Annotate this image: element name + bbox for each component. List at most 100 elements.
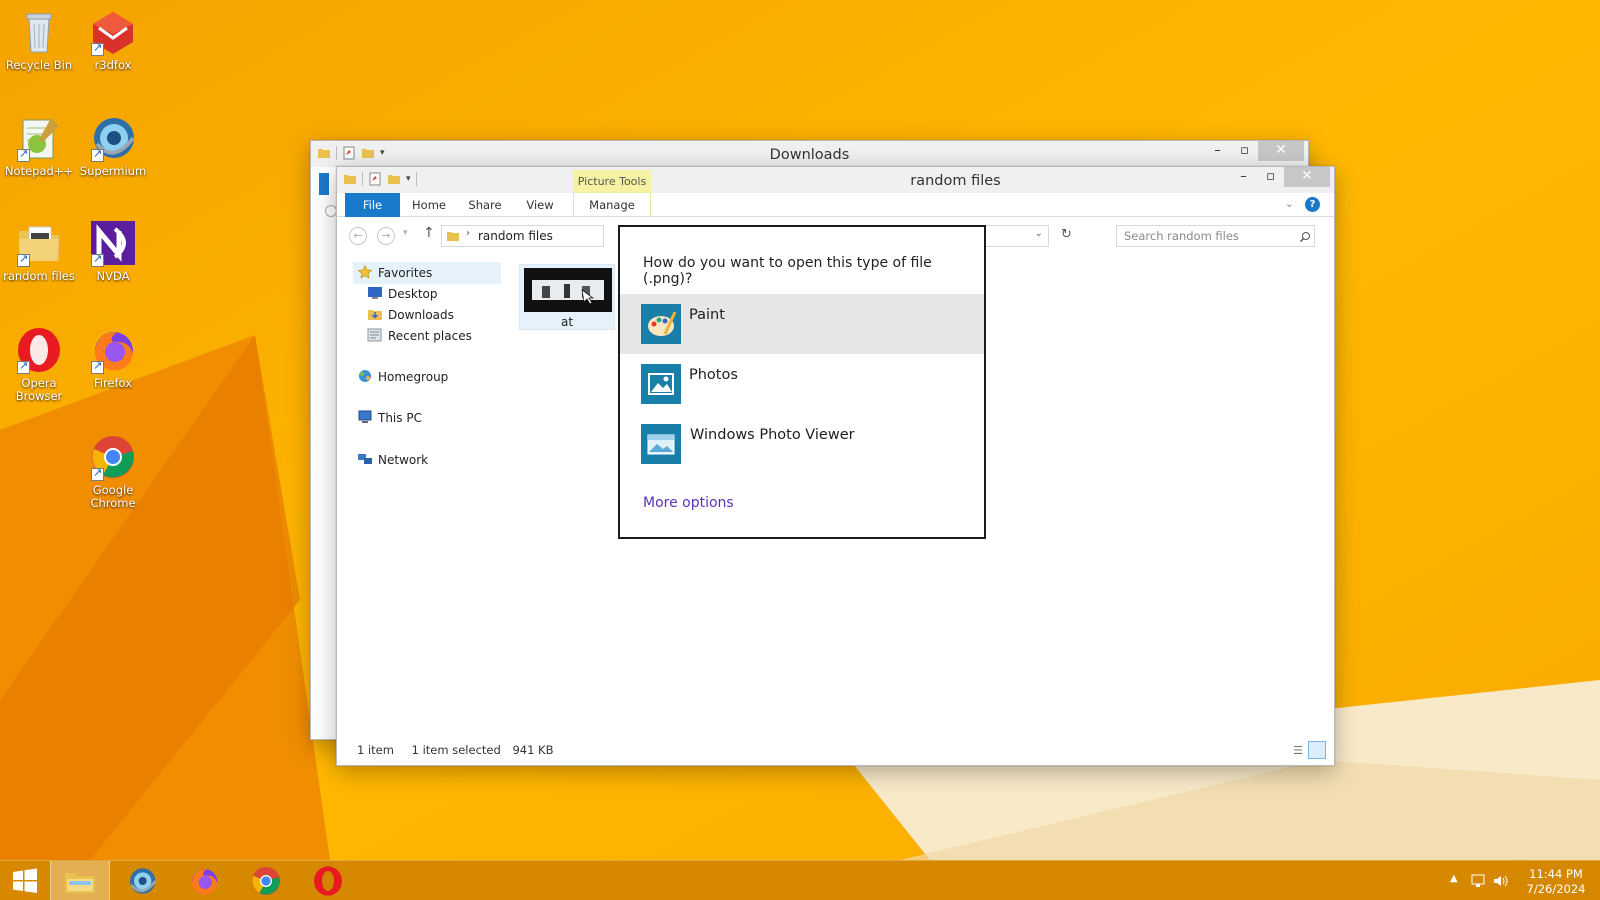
breadcrumb[interactable]: random files [478, 229, 553, 243]
app-option-photos[interactable]: Photos [620, 354, 984, 414]
network-icon [358, 454, 372, 464]
taskbar-opera[interactable] [298, 861, 358, 900]
desktop-icon-random-files[interactable]: random files [2, 219, 76, 283]
up-button[interactable]: ↑ [423, 225, 435, 241]
desktop-icon-opera-browser[interactable]: Opera Browser [2, 326, 76, 403]
nav-network[interactable]: Network [357, 450, 428, 470]
taskbar-file-explorer[interactable] [50, 861, 110, 900]
network-status-icon[interactable] [1470, 873, 1486, 889]
close-button[interactable]: ✕ [1258, 141, 1304, 161]
ribbon-expand-chevron-icon[interactable]: ⌄ [1285, 197, 1294, 210]
downloads-titlebar[interactable]: ▾ Downloads – ▫ ✕ [311, 141, 1308, 167]
tab-view[interactable]: View [514, 193, 566, 217]
notepad-plus-plus-icon [15, 114, 63, 162]
open-with-dialog[interactable]: How do you want to open this type of fil… [618, 225, 986, 539]
search-input[interactable]: Search random files [1116, 225, 1315, 247]
desktop-icon-notepad-plus-plus[interactable]: Notepad++ [2, 114, 76, 178]
address-box[interactable]: › random files [441, 225, 604, 247]
app-name: Windows Photo Viewer [690, 427, 855, 443]
computer-icon [358, 410, 372, 423]
opera-icon [15, 326, 63, 374]
desktop-icon-google-chrome[interactable]: Google Chrome [76, 433, 150, 510]
clock[interactable]: 11:44 PM 7/26/2024 [1526, 867, 1586, 897]
window-title: Downloads [769, 147, 850, 163]
windows-photo-viewer-icon [641, 424, 681, 464]
windows-logo-icon [13, 868, 37, 893]
recent-locations-chevron-icon[interactable]: ▾ [403, 228, 408, 238]
maximize-button[interactable]: ▫ [1257, 167, 1284, 187]
minimize-button[interactable]: – [1230, 167, 1257, 187]
taskbar-chrome[interactable] [236, 861, 296, 900]
close-button[interactable]: ✕ [1284, 167, 1330, 187]
taskbar-firefox[interactable] [174, 861, 234, 900]
tab-file[interactable]: File [345, 193, 400, 217]
system-tray: ▲ 11:44 PM 7/26/2024 [1410, 861, 1600, 900]
file-item-label: at [560, 315, 574, 329]
random-files-titlebar[interactable]: ▾ random files – ▫ ✕ [337, 167, 1334, 193]
file-item-at[interactable]: at [519, 264, 615, 330]
start-button[interactable] [0, 861, 50, 900]
tab-share[interactable]: Share [459, 193, 511, 217]
r3dfox-icon [89, 8, 137, 56]
photos-icon [641, 364, 681, 404]
status-bar: 1 item 1 item selected 941 KB [357, 743, 567, 757]
refresh-icon[interactable]: ↻ [1061, 227, 1072, 242]
minimize-button[interactable]: – [1204, 141, 1231, 161]
search-icon[interactable] [1299, 231, 1311, 243]
star-icon [357, 265, 373, 279]
quick-access-toolbar: ▾ [343, 172, 417, 186]
file-explorer-icon [65, 873, 95, 893]
recent-places-icon [367, 328, 382, 342]
desktop-icon-recycle-bin[interactable]: Recycle Bin [2, 8, 76, 72]
tab-home[interactable]: Home [403, 193, 455, 217]
app-option-paint[interactable]: Paint [620, 294, 984, 354]
maximize-button[interactable]: ▫ [1231, 141, 1258, 161]
nav-recent-places[interactable]: Recent places [367, 326, 472, 346]
chrome-icon [89, 433, 137, 481]
desktop-icon-r3dfox[interactable]: r3dfox [76, 8, 150, 72]
tab-manage[interactable]: Manage [573, 193, 651, 217]
supermium-icon [130, 868, 157, 894]
chrome-icon [252, 867, 280, 895]
nav-this-pc[interactable]: This PC [357, 408, 422, 428]
app-option-windows-photo-viewer[interactable]: Windows Photo Viewer [620, 414, 984, 474]
picture-tools-context-label: Picture Tools [573, 170, 651, 193]
status-size: 941 KB [512, 743, 554, 757]
desktop-icon-firefox[interactable]: Firefox [76, 326, 150, 390]
ribbon-tabs: Picture Tools File Home Share View Manag… [337, 170, 1334, 217]
nvda-icon [89, 219, 137, 267]
folder-icon [15, 219, 63, 267]
nav-homegroup[interactable]: Homegroup [357, 367, 448, 387]
taskbar-supermium[interactable] [112, 861, 172, 900]
dialog-question: How do you want to open this type of fil… [643, 255, 932, 287]
more-options-link[interactable]: More options [643, 495, 734, 511]
back-button[interactable]: ← [349, 227, 367, 245]
nav-favorites[interactable]: Favorites [357, 263, 432, 283]
homegroup-icon [359, 370, 371, 382]
forward-button[interactable]: → [377, 227, 395, 245]
properties-icon[interactable] [368, 172, 382, 186]
address-history-chevron-icon[interactable]: ⌄ [1035, 228, 1043, 239]
window-title: random files [910, 173, 1001, 189]
volume-icon[interactable] [1492, 873, 1508, 889]
recycle-bin-icon [15, 8, 63, 56]
nav-desktop[interactable]: Desktop [367, 284, 438, 304]
firefox-icon [89, 326, 137, 374]
file-tab-edge[interactable] [319, 173, 329, 195]
app-name: Photos [689, 367, 738, 383]
supermium-icon [89, 114, 137, 162]
nav-downloads[interactable]: Downloads [367, 305, 454, 325]
desktop-icon-nvda[interactable]: NVDA [76, 219, 150, 283]
opera-icon [314, 866, 342, 896]
customize-qat-chevron-icon[interactable]: ▾ [406, 174, 411, 184]
new-folder-icon[interactable] [387, 172, 401, 186]
folder-icon [447, 232, 459, 241]
large-icons-view-icon[interactable] [1308, 741, 1326, 759]
desktop-icon-supermium[interactable]: Supermium [76, 114, 150, 178]
help-icon[interactable]: ? [1305, 197, 1320, 212]
folder-icon [344, 175, 356, 184]
show-hidden-icons-chevron-icon[interactable]: ▲ [1450, 873, 1458, 884]
downloads-folder-icon [368, 310, 382, 320]
details-view-icon[interactable]: ☰ [1290, 743, 1306, 759]
breadcrumb-separator-icon: › [466, 228, 470, 239]
